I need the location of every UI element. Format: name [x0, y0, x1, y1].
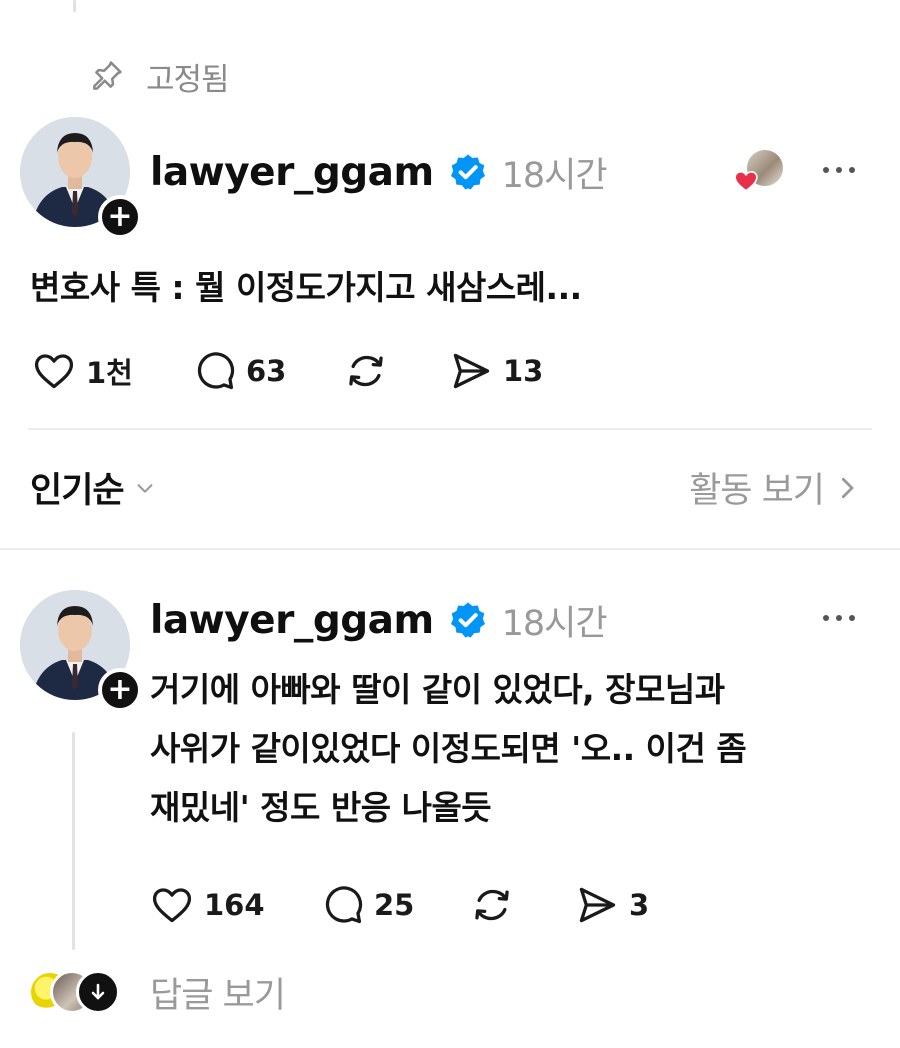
reply-thread-line [72, 732, 75, 950]
repost-icon [475, 889, 509, 921]
chevron-down-icon [137, 483, 153, 493]
thread-line-top [73, 0, 76, 12]
like-count: 164 [204, 888, 265, 922]
post-more-options-icon[interactable] [823, 167, 855, 173]
like-count: 1천 [86, 356, 133, 390]
follow-plus-icon[interactable]: + [98, 668, 142, 712]
comment-icon [325, 886, 363, 924]
reply-header: lawyer_ggam 18시간 [150, 592, 608, 648]
pin-icon [93, 61, 122, 90]
reply-avatar[interactable]: + [20, 590, 142, 712]
share-button[interactable]: 13 [449, 349, 543, 393]
view-activity-label: 활동 보기 [689, 471, 825, 511]
comment-button[interactable]: 25 [320, 883, 470, 927]
sort-dropdown[interactable]: 인기순 [30, 462, 156, 513]
verified-badge-icon [450, 602, 485, 638]
follow-plus-icon[interactable]: + [98, 195, 142, 239]
view-replies-link[interactable]: 답글 보기 [150, 967, 286, 1018]
send-icon [579, 887, 616, 923]
repost-button[interactable] [344, 349, 449, 393]
reply-more-options-icon[interactable] [823, 615, 855, 621]
sort-label: 인기순 [30, 471, 125, 511]
reply-text-line: 사위가 같이있었다 이정도되면 '오.. 이건 좀 [150, 729, 747, 768]
reply-text-line: 거기에 아빠와 딸이 같이 있었다, 장모님과 [150, 670, 725, 709]
share-button[interactable]: 3 [575, 883, 649, 927]
pinned-label: 고정됨 [146, 61, 230, 98]
replier-avatars[interactable] [28, 970, 124, 1020]
post-actions: 1천 63 13 [32, 346, 543, 396]
liked-by-indicator[interactable] [733, 148, 789, 194]
heart-icon [34, 354, 74, 389]
reply-time: 18시간 [501, 603, 608, 644]
divider [0, 548, 900, 550]
comment-icon [197, 352, 235, 390]
expand-replies-icon [76, 970, 120, 1014]
post-avatar[interactable]: + [20, 117, 142, 239]
share-count: 13 [503, 354, 544, 388]
verified-badge-icon [450, 154, 485, 190]
reply-actions: 164 25 3 [150, 880, 649, 930]
comment-count: 25 [374, 888, 415, 922]
post-header: lawyer_ggam 18시간 [150, 144, 608, 200]
comment-button[interactable]: 63 [192, 349, 344, 393]
repost-button[interactable] [470, 883, 575, 927]
pinned-indicator: 고정됨 [88, 56, 230, 98]
post-time: 18시간 [501, 155, 608, 196]
repost-icon [349, 355, 383, 387]
post-text: 변호사 특 : 뭘 이정도가지고 새삼스레... [30, 268, 582, 307]
reply-text: 거기에 아빠와 딸이 같이 있었다, 장모님과 사위가 같이있었다 이정도되면 … [150, 660, 747, 837]
share-count: 3 [629, 888, 650, 922]
reply-username[interactable]: lawyer_ggam [150, 598, 434, 643]
comment-count: 63 [246, 354, 287, 388]
reply-text-line: 재밌네' 정도 반응 나올듯 [150, 788, 492, 827]
chevron-right-icon [841, 477, 854, 498]
heart-icon [152, 888, 192, 923]
view-activity-link[interactable]: 활동 보기 [689, 462, 858, 513]
heart-filled-icon [734, 170, 758, 192]
like-button[interactable]: 1천 [32, 349, 192, 393]
post-username[interactable]: lawyer_ggam [150, 150, 434, 195]
like-button[interactable]: 164 [150, 883, 320, 927]
divider [28, 428, 872, 430]
send-icon [453, 353, 490, 389]
